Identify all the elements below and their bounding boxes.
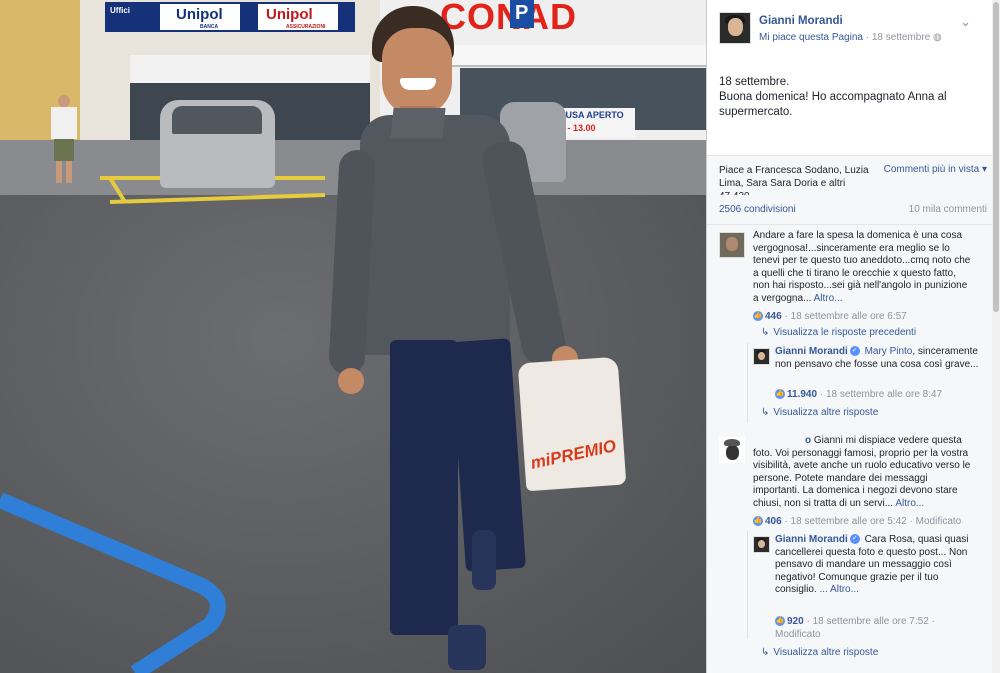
comments-count: 10 mila commenti — [908, 204, 987, 215]
reply-time[interactable]: 18 settembre alle ore 8:47 — [826, 389, 942, 400]
thread-line — [747, 343, 748, 423]
previous-replies-link[interactable]: ↳ Visualizza le risposte precedenti — [761, 327, 916, 338]
commenter-avatar[interactable] — [719, 232, 745, 258]
background-pedestrian — [48, 95, 82, 185]
like-icon: 👍 — [753, 311, 763, 322]
more-replies-link[interactable]: ↳ Visualizza altre risposte — [761, 647, 878, 658]
post-subline: Mi piace questa Pagina · 18 settembre ◍ — [759, 32, 942, 43]
reply-meta: 👍 920 · 18 settembre alle ore 7:52 · Modi… — [775, 616, 935, 640]
reply-time[interactable]: 18 settembre alle ore 7:52 · — [813, 616, 935, 627]
reply-author[interactable]: Gianni Morandi — [775, 346, 848, 357]
post-text-line1: 18 settembre. — [719, 76, 790, 88]
reply-avatar[interactable] — [753, 536, 770, 553]
comment-meta: 👍 406 · 18 settembre alle ore 5:42 · Modi… — [753, 516, 962, 527]
chevron-down-icon[interactable]: ⌄ — [960, 14, 971, 30]
comment-meta: 👍 446 · 18 settembre alle ore 6:57 — [753, 311, 907, 322]
see-more-link[interactable]: ... Altro... — [819, 584, 858, 595]
reply-text: Gianni Morandi ✓ Cara Rosa, quasi quasi c… — [775, 534, 980, 597]
main-person — [328, 0, 620, 673]
shares-link[interactable]: 2506 condivisioni — [719, 204, 796, 215]
post-date[interactable]: 18 settembre — [872, 32, 930, 43]
scrollbar-thumb[interactable] — [993, 2, 999, 312]
comment-likes[interactable]: 446 — [765, 311, 782, 322]
comment-time[interactable]: 18 settembre alle ore 6:57 — [791, 311, 907, 322]
post-header: Gianni Morandi Mi piace questa Pagina · … — [719, 12, 979, 46]
commenter-avatar[interactable] — [719, 437, 745, 463]
reply-edited[interactable]: Modificato — [775, 629, 821, 640]
see-more-link[interactable]: Altro... — [814, 293, 843, 304]
verified-badge-icon: ✓ — [849, 346, 860, 357]
comment-text: o Gianni mi dispiace vedere questa foto.… — [753, 435, 975, 511]
comments-list: Andare a fare la spesa la domenica è una… — [707, 225, 993, 673]
more-replies-label: Visualizza altre risposte — [773, 647, 879, 658]
unipol-sign-1: Unipol — [176, 6, 223, 23]
post-photo[interactable]: Unipol BANCA Unipol ASSICURAZIONI Uffici… — [0, 0, 706, 673]
reply-likes[interactable]: 920 — [787, 616, 804, 627]
comment-sort-dropdown[interactable]: Commenti più in vista ▾ — [884, 164, 987, 175]
panel-scrollbar[interactable] — [992, 0, 1000, 673]
reply-mention[interactable]: Mary Pinto — [865, 346, 913, 357]
reply-text: Gianni Morandi ✓ Mary Pinto, sinceramente… — [775, 346, 980, 371]
see-more-link[interactable]: Altro... — [895, 498, 924, 509]
reply-arrow-icon: ↳ — [761, 407, 770, 418]
like-page-link[interactable]: Mi piace questa Pagina — [759, 32, 863, 43]
like-icon: 👍 — [775, 616, 785, 627]
unipol-sign-2: Unipol — [266, 6, 313, 23]
comment-likes[interactable]: 406 — [765, 516, 782, 527]
more-replies-label: Visualizza altre risposte — [773, 407, 879, 418]
silver-car-window — [172, 106, 262, 134]
reply-avatar[interactable] — [753, 348, 770, 365]
thread-line — [747, 531, 748, 639]
comment-body: Andare a fare la spesa la domenica è una… — [753, 230, 971, 304]
reply-likes[interactable]: 11.940 — [787, 389, 817, 400]
page-avatar[interactable] — [719, 12, 751, 44]
comment-text: Andare a fare la spesa la domenica è una… — [753, 230, 975, 306]
comment-body: Gianni mi dispiace vedere questa foto. V… — [753, 435, 971, 509]
uffici-sign: Uffici — [110, 6, 130, 15]
like-icon: 👍 — [753, 516, 763, 527]
unipol-sign-2-sub: ASSICURAZIONI — [286, 24, 326, 30]
shares-bar: 2506 condivisioni 10 mila commenti — [707, 195, 993, 225]
post-panel: Gianni Morandi Mi piace questa Pagina · … — [706, 0, 1000, 673]
previous-replies-label: Visualizza le risposte precedenti — [773, 327, 917, 338]
like-icon: 👍 — [775, 389, 785, 400]
reply-author[interactable]: Gianni Morandi — [775, 534, 848, 545]
globe-icon: ◍ — [933, 32, 942, 43]
unipol-sign-1-sub: BANCA — [200, 24, 219, 30]
post-text: 18 settembre. Buona domenica! Ho accompa… — [719, 75, 979, 120]
more-replies-link[interactable]: ↳ Visualizza altre risposte — [761, 407, 878, 418]
post-text-line2: Buona domenica! Ho accompagnato Anna al … — [719, 91, 947, 118]
blue-parking-line — [0, 492, 226, 673]
reply-meta: 👍 11.940 · 18 settembre alle ore 8:47 — [775, 389, 943, 400]
subline-separator: · — [862, 32, 872, 43]
reply-arrow-icon: ↳ — [761, 327, 770, 338]
verified-badge-icon: ✓ — [849, 534, 860, 545]
comment-time[interactable]: 18 settembre alle ore 5:42 · Modificato — [791, 516, 962, 527]
likes-bar: Piace a Francesca Sodano, Luzia Lima, Sa… — [707, 155, 993, 202]
reply-arrow-icon: ↳ — [761, 647, 770, 658]
page-name-link[interactable]: Gianni Morandi — [759, 15, 843, 27]
comment-author[interactable]: o — [805, 435, 811, 446]
